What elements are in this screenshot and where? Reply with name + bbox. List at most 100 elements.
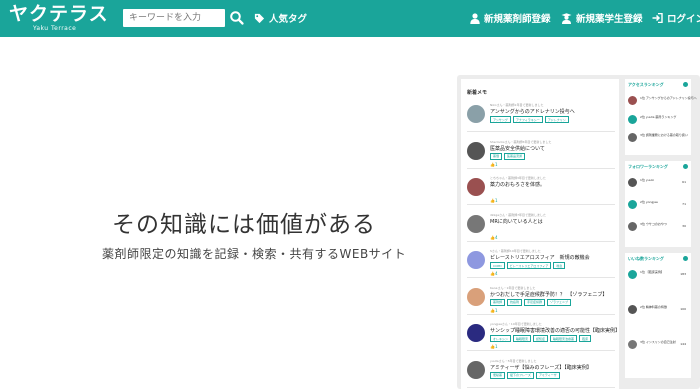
ranking-row[interactable]: 3位 インスリンの自己注射 144 [628,339,688,351]
like-count: 👍4 [490,271,498,276]
ranking-text: 3位 インスリンの自己注射 [640,340,676,344]
memo-title[interactable]: 薬力のおもろさを体感。 [490,181,545,188]
hero-subtitle: 薬剤師限定の知識を記録・検索・共有するWEBサイト [102,247,407,261]
memo-meta: Kanaさん・1年目で更新しました [490,285,536,290]
ranking-row[interactable]: 3位 調剤業務における薬の取り扱い [628,132,688,144]
ranking-count: 61 [682,180,686,184]
popular-tags-link[interactable]: 人気タグ [254,10,307,26]
memo-item[interactable]: Nikoさん・薬剤師1年目で更新しました アンサングからのアドレナリン投与へ アンサ… [467,103,615,133]
memo-meta: dkkgaさん・薬剤師7年目で更新しました [490,212,547,217]
memo-meta: Nikoさん・薬剤師1年目で更新しました [490,103,544,107]
memo-tag[interactable]: 薬価 [490,152,503,160]
memo-tag[interactable]: 睡眠障害治療薬 [550,335,578,342]
memo-tag[interactable]: 医薬品流通 [504,152,526,160]
tag-icon [254,13,265,23]
divider [467,313,615,315]
memo-tag[interactable]: アナフィラキシー [512,116,543,123]
user-icon [470,12,480,24]
memo-title[interactable]: 医薬品安全供給について [490,145,545,152]
memo-item[interactable]: dkkgaさん・薬剤師7年目で更新しました MRに向いている人とは 👍4 [467,213,615,243]
memo-tag[interactable]: 認知症 [533,335,549,342]
memo-title[interactable]: MRに向いている人とは [490,218,543,225]
memo-title[interactable]: ピレーストリエアロスフィア 新規の敵機会 [490,254,590,261]
memo-item[interactable]: とちちゃん・薬剤師3年目で更新しました 薬力のおもろさを体感。 👍1 [467,176,615,206]
memo-tag[interactable]: アンサング [490,116,511,123]
divider [467,167,615,169]
register-student-link[interactable]: 新規薬学生登録 [561,10,643,26]
avatar [628,133,637,143]
memo-tag[interactable]: ビレーストリエアロスフィア [506,262,552,269]
memo-item[interactable]: yuutaさん・5年目で更新しました アミティーザ【悩みのフレーズ】【臨床実例】便… [467,359,615,389]
search-icon[interactable] [229,10,245,26]
register-pharmacist-label: 新規薬剤師登録 [484,14,551,25]
divider [467,350,615,351]
ranking-row[interactable]: 1位 アンサングからのアドレナリン投与へ [628,95,697,107]
memo-title[interactable]: サンシップ睡眠障害環境改善の適否の可能性【臨床実例】 [490,327,620,334]
memo-meta: yongjaeさん・10年目で更新しました [490,322,542,326]
logo-subtitle: Yaku Terrace [33,25,77,32]
memo-item[interactable]: Sherlocksさん・薬剤師5年目で更新しました 医薬品安全供給について 薬価 医薬… [467,140,615,170]
ranking-text: 2位 yongjae [640,200,658,204]
ranking-count: 71 [682,202,686,206]
avatar [628,270,637,279]
ranking-count: 30 [682,224,686,228]
help-icon[interactable] [683,256,688,261]
ranking-row[interactable]: 1位 【臨床実例】 183 [628,269,688,281]
memo-tag[interactable]: 薬剤師 [490,298,506,306]
avatar [467,360,485,379]
like-count: 👍4 [490,234,498,240]
memo-item[interactable]: Sさん・薬剤師10年目で更新しました ピレーストリエアロスフィア 新規の敵機会 CO… [467,249,615,279]
memo-tag[interactable]: COPD [490,262,505,269]
memo-item[interactable]: yongjaeさん・10年目で更新しました サンシップ睡眠障害環境改善の適否の可能… [467,322,620,352]
site-preview-image: 新着メモ Nikoさん・薬剤師1年目で更新しました アンサングからのアドレナリン投… [457,75,700,389]
ranking-count: 100 [680,307,686,311]
memo-title[interactable]: かつおだしで手足症候群予防！？ 【ゾラフェニブ】 [490,291,607,298]
like-count: 👍1 [490,307,498,313]
ranking-row[interactable]: 2位 yongjae 71 [628,199,688,211]
memo-tag[interactable]: 緩下のフレーズ [507,371,534,379]
ranking-row[interactable]: 3位 ウサコのおやつ 30 [628,221,688,233]
memo-tag[interactable]: アミティーザ [535,371,560,379]
avatar [628,200,637,209]
memo-tag[interactable]: オレキシン [490,335,512,342]
ranking-row[interactable]: 2位 yuuta 薬局ランキング [628,114,688,126]
ranking-text: 3位 ウサコのおやつ [640,222,667,226]
ranking-row[interactable]: 2位 精神科薬の特徴 100 [628,304,688,316]
help-icon[interactable] [683,164,688,169]
memo-title[interactable]: アミティーザ【悩みのフレーズ】【臨床実例】 [490,364,592,371]
help-icon[interactable] [683,82,688,87]
ranking-text: 1位 アンサングからのアドレナリン投与へ [640,96,697,100]
memo-tags: 薬剤師 抗癌剤 手足症候群 ゾラフェニブ [490,298,572,306]
new-memos-column: 新着メモ Nikoさん・薬剤師1年目で更新しました アンサングからのアドレナリン投… [461,79,620,389]
divider [467,240,615,242]
top-nav-bar: ヤクテラス Yaku Terrace 人気タグ 新規薬剤師登録 新規薬学生登録 … [0,0,700,37]
ranking-text: 1位 yuuki [640,178,655,182]
login-label: ログイン [667,14,700,25]
login-link[interactable]: ログイン [652,10,700,26]
memo-item[interactable]: Kanaさん・1年目で更新しました かつおだしで手足症候群予防！？ 【ゾラフェニブ… [467,286,615,316]
ranking-panel-title: いいね数ランキング [628,256,664,261]
ranking-row[interactable]: 1位 yuuki 61 [628,177,688,189]
like-count: 👍1 [490,161,498,167]
ranking-panel: いいね数ランキング 1位 【臨床実例】 183 2位 精神科薬の特徴 100 3位 インス… [625,253,691,378]
memo-tag[interactable]: 睡眠障害 [513,335,532,342]
memo-title[interactable]: アンサングからのアドレナリン投与へ [490,108,575,115]
ranking-count: 183 [680,272,686,276]
register-pharmacist-link[interactable]: 新規薬剤師登録 [470,10,551,26]
memo-tag[interactable]: 喘息 [553,262,566,269]
search-input[interactable] [123,9,225,27]
ranking-panel: アクセスランキング 1位 アンサングからのアドレナリン投与へ 2位 yuuta 薬局… [625,79,697,155]
memo-tag[interactable]: ゾラフェニブ [547,298,572,306]
memo-tag[interactable]: 便秘薬 [490,371,506,379]
memo-tag[interactable]: アドレナリン [544,116,569,123]
divider [467,204,615,205]
ranking-panel-title: フォロワーランキング [628,164,668,169]
memo-tag[interactable]: 抗癌剤 [507,298,523,306]
avatar [467,251,485,269]
memo-meta: Sherlocksさん・薬剤師5年目で更新しました [490,139,552,144]
memo-tag[interactable]: 臨床 [579,335,592,342]
site-logo[interactable]: ヤクテラス Yaku Terrace [9,3,109,32]
memo-tags: 便秘薬 緩下のフレーズ アミティーザ [490,371,560,379]
memo-tag[interactable]: 手足症候群 [524,298,546,306]
logo-text: ヤクテラス [9,3,109,25]
